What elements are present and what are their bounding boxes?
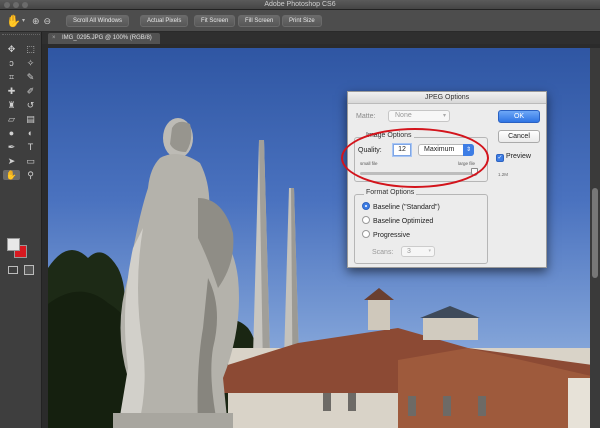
format-label: Baseline Optimized: [373, 218, 434, 225]
zoom-mode-icons[interactable]: ⊕⊖: [32, 16, 55, 27]
preview-checkbox-row[interactable]: ✓ Preview: [496, 152, 531, 162]
tool-grid: ✥ ⬚ ↄ ✧ ⌗ ✎ ✚ ✐ ♜ ↺ ▱ ▤ ● ◐ ✒ T ➤ ▭ ✋ ⚲: [3, 44, 39, 180]
dodge-icon[interactable]: ◐: [22, 128, 39, 138]
eraser-icon[interactable]: ▱: [3, 114, 20, 124]
brush-icon[interactable]: ✐: [22, 86, 39, 96]
path-selection-icon[interactable]: ➤: [3, 156, 20, 166]
matte-value: None: [395, 112, 412, 119]
window-title: Adobe Photoshop CS6: [264, 1, 336, 8]
shape-icon[interactable]: ▭: [22, 156, 39, 166]
screen-mode-icon[interactable]: [24, 265, 34, 275]
document-tab-title: IMG_0295.JPG @ 100% (RGB/8): [62, 35, 152, 41]
tools-panel: ✥ ⬚ ↄ ✧ ⌗ ✎ ✚ ✐ ♜ ↺ ▱ ▤ ● ◐ ✒ T ➤ ▭ ✋ ⚲: [0, 32, 42, 428]
dialog-title: JPEG Options: [348, 92, 546, 104]
scroll-all-windows-button[interactable]: Scroll All Windows: [66, 15, 130, 27]
gradient-icon[interactable]: ▤: [22, 114, 39, 124]
title-bar: Adobe Photoshop CS6: [0, 0, 600, 10]
options-bar: ✋ ▾ ⊕⊖ Scroll All Windows Actual Pixels …: [0, 10, 600, 32]
scrollbar-thumb[interactable]: [592, 188, 598, 278]
fill-screen-button[interactable]: Fill Screen: [238, 15, 281, 27]
highlight-annotation: [341, 128, 489, 188]
print-size-button[interactable]: Print Size: [282, 15, 322, 27]
matte-label: Matte:: [356, 113, 376, 120]
foreground-color-swatch[interactable]: [7, 238, 20, 251]
radio-selected[interactable]: [362, 202, 370, 210]
format-label: Baseline ("Standard"): [373, 204, 440, 211]
radio-unselected[interactable]: [362, 216, 370, 224]
scans-label: Scans:: [372, 249, 394, 256]
blur-icon[interactable]: ●: [3, 128, 20, 138]
lasso-icon[interactable]: ↄ: [3, 58, 20, 68]
scans-select[interactable]: 3 ▾: [401, 246, 435, 257]
close-tab-icon[interactable]: ×: [52, 33, 56, 44]
ok-button[interactable]: OK: [498, 110, 540, 123]
marquee-icon[interactable]: ⬚: [22, 44, 39, 54]
quick-mask-icon[interactable]: [8, 266, 18, 274]
vertical-scrollbar[interactable]: [590, 48, 600, 428]
document-tab-bar: × IMG_0295.JPG @ 100% (RGB/8): [42, 32, 600, 44]
radio-unselected[interactable]: [362, 230, 370, 238]
move-icon[interactable]: ✥: [3, 44, 20, 54]
history-brush-icon[interactable]: ↺: [22, 100, 39, 110]
format-baseline-standard[interactable]: Baseline ("Standard"): [362, 202, 440, 212]
actual-pixels-button[interactable]: Actual Pixels: [140, 15, 189, 27]
crop-icon[interactable]: ⌗: [3, 72, 20, 82]
checkmark-icon[interactable]: ✓: [496, 154, 504, 162]
format-label: Progressive: [373, 232, 410, 239]
healing-brush-icon[interactable]: ✚: [3, 86, 20, 96]
fit-screen-button[interactable]: Fit Screen: [194, 15, 236, 27]
pen-icon[interactable]: ✒: [3, 142, 20, 152]
file-size-label: 1.2M: [498, 172, 509, 177]
chevron-down-icon: ▾: [428, 248, 431, 254]
format-progressive[interactable]: Progressive: [362, 230, 410, 240]
scans-value: 3: [407, 248, 411, 255]
preview-label: Preview: [506, 153, 531, 160]
format-options-title: Format Options: [364, 189, 417, 196]
zoom-icon[interactable]: ⚲: [22, 170, 39, 180]
matte-select[interactable]: None ▾: [388, 110, 450, 122]
chevron-down-icon: ▾: [442, 113, 446, 119]
format-baseline-optimized[interactable]: Baseline Optimized: [362, 216, 433, 226]
type-icon[interactable]: T: [22, 142, 39, 152]
hand-icon[interactable]: ✋: [6, 14, 22, 28]
eyedropper-icon[interactable]: ✎: [22, 72, 39, 82]
magic-wand-icon[interactable]: ✧: [22, 58, 39, 68]
clone-stamp-icon[interactable]: ♜: [3, 100, 20, 110]
document-tab[interactable]: × IMG_0295.JPG @ 100% (RGB/8): [48, 33, 160, 44]
hand-tool-icon[interactable]: ✋: [3, 170, 20, 180]
cancel-button[interactable]: Cancel: [498, 130, 540, 143]
panel-grip[interactable]: [2, 34, 40, 38]
chevron-down-icon[interactable]: ▾: [22, 17, 25, 24]
